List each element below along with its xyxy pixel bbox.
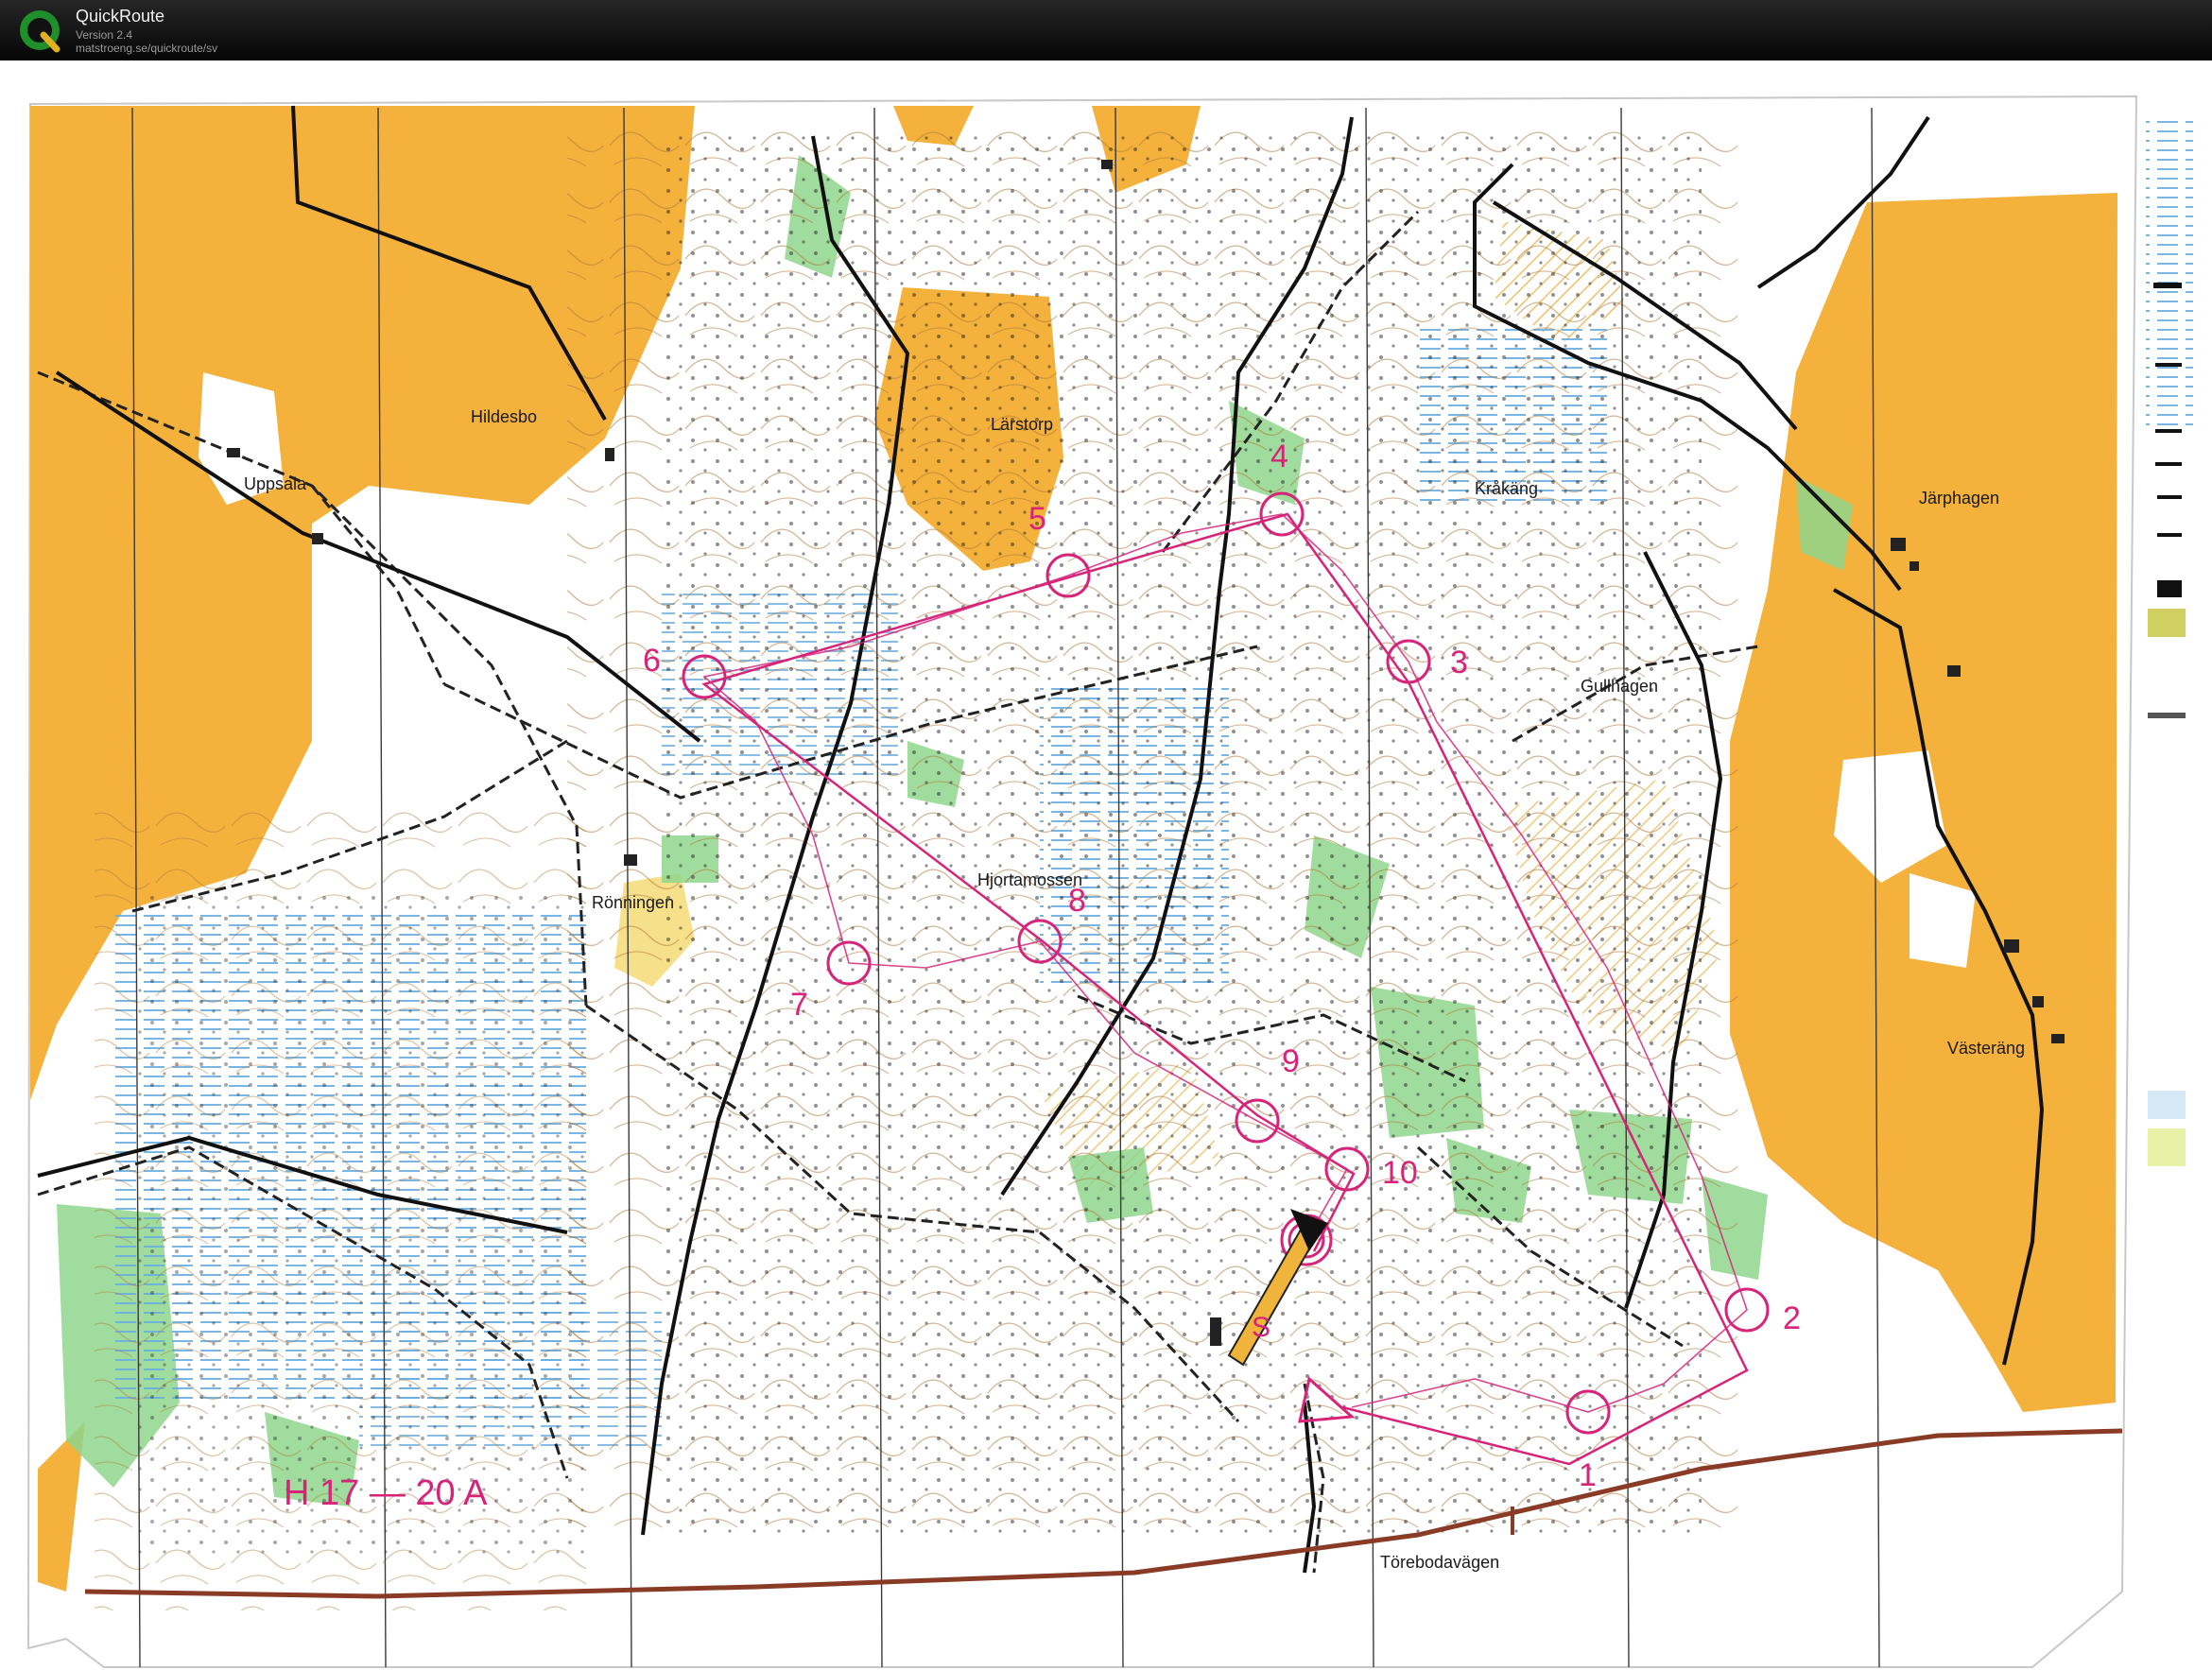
place-vasterang: Västeräng bbox=[1947, 1039, 2025, 1058]
control-7-label: 7 bbox=[790, 987, 808, 1023]
control-8-label: 8 bbox=[1068, 883, 1086, 919]
place-torebodavagen: Törebodavägen bbox=[1380, 1553, 1499, 1572]
place-krakang: Kråkäng bbox=[1475, 479, 1538, 498]
app-url: matstroeng.se/quickroute/sv bbox=[76, 42, 218, 55]
control-5-label: 5 bbox=[1028, 501, 1046, 537]
control-3-label: 3 bbox=[1450, 645, 1468, 680]
course-name: H 17 — 20 A bbox=[284, 1473, 488, 1513]
place-larstorp: Lärstorp bbox=[991, 415, 1053, 434]
title-bar: QuickRoute Version 2.4 matstroeng.se/qui… bbox=[0, 0, 2212, 60]
app-title: QuickRoute bbox=[76, 7, 165, 26]
quickroute-logo-icon bbox=[20, 10, 60, 53]
place-uppsala: Uppsala bbox=[244, 474, 307, 493]
place-hildesbo: Hildesbo bbox=[471, 407, 537, 426]
orienteering-map[interactable]: Hildesbo Uppsala Lärstorp Kråkäng Järpha… bbox=[0, 60, 2212, 1670]
map-viewport[interactable]: Hildesbo Uppsala Lärstorp Kråkäng Järpha… bbox=[0, 60, 2212, 1670]
control-2-label: 2 bbox=[1783, 1300, 1801, 1336]
control-6-label: 6 bbox=[643, 643, 661, 679]
place-hjortamossen: Hjortamossen bbox=[977, 870, 1082, 889]
control-9-label: 9 bbox=[1282, 1043, 1300, 1079]
control-1-label: 1 bbox=[1579, 1457, 1597, 1493]
place-gullhagen: Gullhagen bbox=[1581, 677, 1658, 696]
control-4-label: 4 bbox=[1270, 439, 1288, 474]
control-10-label: 10 bbox=[1382, 1155, 1418, 1191]
place-jarphagen: Järphagen bbox=[1919, 489, 1999, 508]
app-version: Version 2.4 bbox=[76, 28, 133, 42]
start-label: S bbox=[1252, 1312, 1270, 1343]
place-ronningen: Rönningen bbox=[592, 893, 674, 912]
